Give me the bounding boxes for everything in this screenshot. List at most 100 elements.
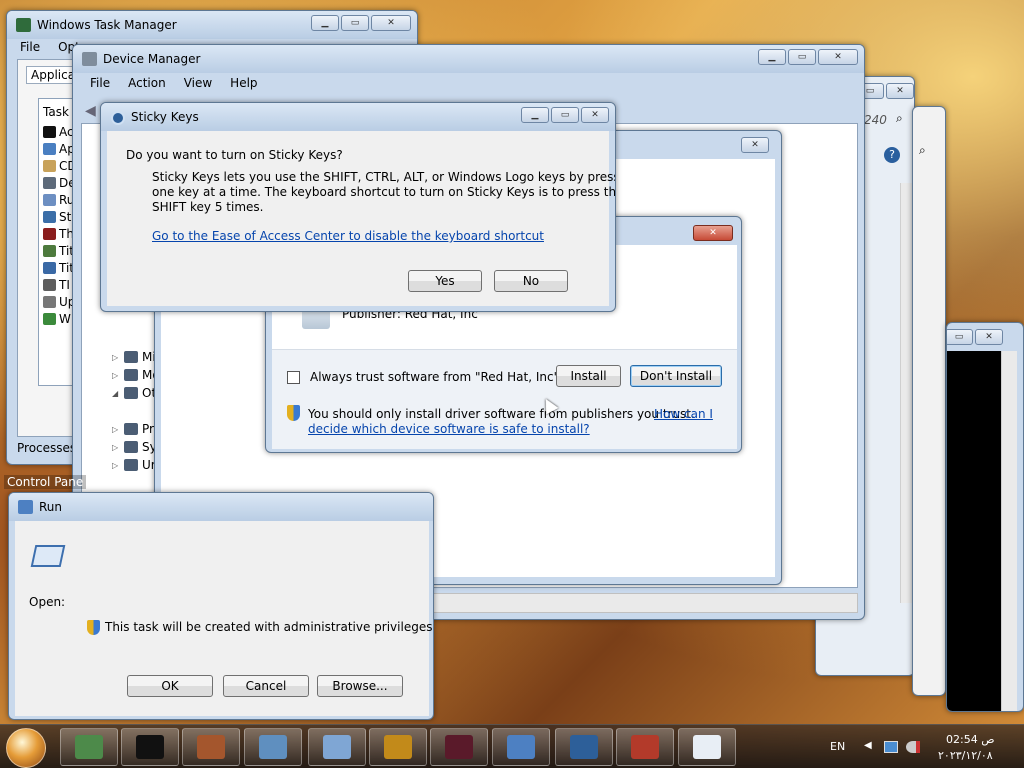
task-list-item[interactable]: Ru bbox=[43, 193, 74, 207]
search-icon[interactable]: ⌕ bbox=[919, 143, 926, 158]
device-manager-menu: File Action View Help bbox=[81, 76, 267, 90]
menu-action[interactable]: Action bbox=[119, 76, 175, 90]
maximize-button[interactable]: ▭ bbox=[341, 15, 369, 31]
taskbar-button[interactable] bbox=[430, 728, 488, 766]
shield-warning-icon bbox=[287, 405, 300, 421]
run-body: Open: This task will be created with adm… bbox=[15, 521, 433, 716]
task-manager-controls: ▁ ▭ ✕ bbox=[311, 15, 411, 31]
device-tree-node[interactable]: ▷ Ur bbox=[112, 458, 156, 472]
expand-arrow-icon[interactable]: ▷ bbox=[112, 461, 120, 470]
language-indicator[interactable]: EN bbox=[830, 740, 845, 753]
device-manager-title: Device Manager bbox=[103, 52, 201, 66]
task-list-item[interactable]: De bbox=[43, 176, 76, 190]
device-tree-node[interactable]: ▷ Mo bbox=[112, 368, 160, 382]
taskbar-button[interactable] bbox=[182, 728, 240, 766]
menu-file[interactable]: File bbox=[11, 40, 49, 54]
device-tree-node[interactable]: ▷ Sy bbox=[112, 440, 157, 454]
task-list-item[interactable]: TI bbox=[43, 278, 70, 292]
task-list-item[interactable]: W bbox=[43, 312, 71, 326]
clock-date[interactable]: ٢٠٢٣/١٢/٠٨ bbox=[938, 749, 993, 762]
expand-arrow-icon[interactable]: ▷ bbox=[112, 425, 120, 434]
dont-install-button[interactable]: Don't Install bbox=[630, 365, 722, 387]
always-trust-label[interactable]: Always trust software from "Red Hat, Inc… bbox=[310, 370, 563, 384]
task-app-icon bbox=[43, 160, 56, 172]
expand-arrow-icon[interactable]: ▷ bbox=[112, 371, 120, 380]
taskbar-button[interactable] bbox=[244, 728, 302, 766]
minimize-button[interactable]: ▁ bbox=[758, 49, 786, 65]
task-list-item[interactable]: Ac bbox=[43, 125, 74, 139]
network-icon[interactable] bbox=[884, 741, 898, 753]
close-button[interactable]: ✕ bbox=[741, 137, 769, 153]
sticky-keys-controls: ▁ ▭ ✕ bbox=[521, 107, 609, 123]
browse-button[interactable]: Browse... bbox=[317, 675, 403, 697]
task-column-header[interactable]: Task bbox=[43, 105, 69, 119]
task-app-icon bbox=[43, 177, 56, 189]
taskbar-button[interactable] bbox=[369, 728, 427, 766]
taskbar-button[interactable] bbox=[616, 728, 674, 766]
close-button[interactable]: ✕ bbox=[818, 49, 858, 65]
taskbar-button[interactable] bbox=[678, 728, 736, 766]
volume-icon[interactable] bbox=[906, 741, 920, 753]
taskbar-button[interactable] bbox=[60, 728, 118, 766]
how-can-i-link[interactable]: How can I bbox=[654, 407, 713, 421]
console-area bbox=[947, 351, 1001, 711]
device-category-icon bbox=[124, 369, 138, 381]
ok-button[interactable]: OK bbox=[127, 675, 213, 697]
collapse-arrow-icon[interactable]: ◢ bbox=[112, 389, 120, 398]
no-button[interactable]: No bbox=[494, 270, 568, 292]
device-tree-node[interactable]: ▷ Pr bbox=[112, 422, 154, 436]
task-list-item[interactable]: St bbox=[43, 210, 71, 224]
search-icon[interactable]: ⌕ bbox=[896, 111, 903, 126]
media-player-taskbar-icon bbox=[197, 735, 225, 759]
maximize-button[interactable]: ▭ bbox=[788, 49, 816, 65]
close-button[interactable]: ✕ bbox=[693, 225, 733, 241]
task-list-item[interactable]: Tit bbox=[43, 244, 74, 258]
warning-text: You should only install driver software … bbox=[308, 407, 695, 421]
back-arrow-icon[interactable]: ◀ bbox=[85, 103, 96, 119]
expand-arrow-icon[interactable]: ▷ bbox=[112, 353, 120, 362]
maximize-button[interactable]: ▭ bbox=[947, 329, 973, 345]
task-list-item[interactable]: Up bbox=[43, 295, 75, 309]
menu-view[interactable]: View bbox=[175, 76, 221, 90]
task-manager-icon bbox=[16, 18, 31, 32]
task-list-item[interactable]: Th bbox=[43, 227, 74, 241]
ease-of-access-link[interactable]: Go to the Ease of Access Center to disab… bbox=[152, 229, 544, 243]
minimize-button[interactable]: ▁ bbox=[521, 107, 549, 123]
run-titlebar[interactable] bbox=[9, 493, 433, 521]
taskbar-button[interactable] bbox=[308, 728, 366, 766]
taskbar-button[interactable] bbox=[555, 728, 613, 766]
scrollbar[interactable] bbox=[1001, 351, 1017, 711]
open-label: Open: bbox=[29, 595, 66, 609]
device-tree-node[interactable]: ◢ Ot bbox=[112, 386, 156, 400]
taskbar-button[interactable] bbox=[492, 728, 550, 766]
help-icon[interactable]: ? bbox=[884, 147, 900, 163]
close-button[interactable]: ✕ bbox=[371, 15, 411, 31]
task-list-label: St bbox=[59, 210, 72, 224]
close-button[interactable]: ✕ bbox=[886, 83, 914, 99]
photo-viewer-taskbar-icon bbox=[259, 735, 287, 759]
task-list-item[interactable]: Tit bbox=[43, 261, 74, 275]
task-list-item[interactable]: Ap bbox=[43, 142, 75, 156]
sticky-keys-question: Do you want to turn on Sticky Keys? bbox=[126, 148, 343, 162]
processes-label: Processes: bbox=[17, 441, 81, 455]
search-box[interactable]: 240 bbox=[864, 113, 887, 127]
install-button[interactable]: Install bbox=[556, 365, 621, 387]
close-button[interactable]: ✕ bbox=[581, 107, 609, 123]
safe-software-link[interactable]: decide which device software is safe to … bbox=[308, 422, 590, 436]
close-button[interactable]: ✕ bbox=[975, 329, 1003, 345]
always-trust-checkbox[interactable] bbox=[287, 371, 300, 384]
sticky-keys-body-line3: SHIFT key 5 times. bbox=[152, 200, 264, 214]
device-tree-node[interactable]: ▷ Mi bbox=[112, 350, 156, 364]
show-hidden-icons[interactable]: ◀ bbox=[864, 740, 872, 751]
taskbar-button[interactable] bbox=[121, 728, 179, 766]
maximize-button[interactable]: ▭ bbox=[551, 107, 579, 123]
control-panel-window-title[interactable]: Control Pane bbox=[4, 475, 87, 489]
menu-file[interactable]: File bbox=[81, 76, 119, 90]
yes-button[interactable]: Yes bbox=[408, 270, 482, 292]
cancel-button[interactable]: Cancel bbox=[223, 675, 309, 697]
menu-help[interactable]: Help bbox=[221, 76, 266, 90]
expand-arrow-icon[interactable]: ▷ bbox=[112, 443, 120, 452]
clock-time[interactable]: 02:54 ص bbox=[946, 733, 995, 746]
minimize-button[interactable]: ▁ bbox=[311, 15, 339, 31]
start-button[interactable] bbox=[6, 728, 46, 768]
